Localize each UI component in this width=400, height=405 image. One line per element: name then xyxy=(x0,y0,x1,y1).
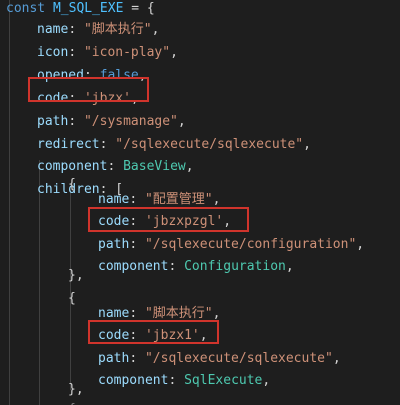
child2-line-component: component: SqlExecute, xyxy=(98,372,270,390)
property-key: redirect xyxy=(37,136,100,152)
colon: : xyxy=(68,22,84,37)
trailing-punct: , xyxy=(332,350,341,366)
property-value: Configuration xyxy=(184,258,286,274)
property-key: name xyxy=(98,192,130,207)
object-open-brace: { xyxy=(68,177,76,192)
trailing-punct: , xyxy=(212,192,221,207)
property-value: "/sqlexecute/sqlexecute" xyxy=(115,136,304,152)
colon: : xyxy=(168,372,185,388)
property-value: "配置管理" xyxy=(144,192,213,207)
object-open-brace: { xyxy=(68,291,76,306)
trailing-punct: , xyxy=(303,136,311,152)
code-editor[interactable]: const M_SQL_EXE = { name: "脚本执行", icon: "… xyxy=(0,0,400,405)
code-line-icon: icon: "icon-play", xyxy=(37,44,178,62)
property-value: "脚本执行" xyxy=(144,306,213,321)
code-line-component: component: BaseView, xyxy=(37,158,194,176)
trailing-punct: , xyxy=(177,113,186,129)
colon: : xyxy=(68,44,84,60)
property-key: component xyxy=(98,258,169,274)
property-key: path xyxy=(98,350,130,366)
colon: : xyxy=(99,136,116,152)
trailing-punct: , xyxy=(262,372,271,388)
colon: : xyxy=(107,159,124,175)
trailing-punct: , xyxy=(356,236,365,252)
property-value: SqlExecute xyxy=(184,372,263,388)
object-close-brace: }, xyxy=(68,268,84,283)
trailing-punct: , xyxy=(170,44,178,60)
trailing-punct: , xyxy=(285,258,294,274)
const-keyword: const xyxy=(6,1,46,16)
object-open-brace-partial: { xyxy=(68,401,76,405)
trailing-punct: , xyxy=(212,306,221,321)
indent-guide xyxy=(9,0,10,405)
property-key: name xyxy=(37,22,69,37)
property-key: component xyxy=(98,372,169,388)
child1-line-path: path: "/sqlexecute/configuration", xyxy=(98,236,364,254)
code-highlight-box xyxy=(88,207,249,232)
property-key: component xyxy=(37,159,108,175)
object-close-brace: }, xyxy=(68,382,84,397)
code-highlight-box xyxy=(28,77,149,102)
child1-line-component: component: Configuration, xyxy=(98,258,294,276)
property-value: "/sqlexecute/sqlexecute" xyxy=(144,350,333,366)
property-key: path xyxy=(98,236,130,252)
property-key: icon xyxy=(37,44,69,60)
colon: : xyxy=(129,192,145,207)
property-key: path xyxy=(37,113,69,129)
code-line-path: path: "/sysmanage", xyxy=(37,113,186,131)
colon: : xyxy=(129,350,145,366)
child2-line-path: path: "/sqlexecute/sqlexecute", xyxy=(98,350,341,368)
colon: : xyxy=(129,306,145,321)
colon: : xyxy=(129,236,145,252)
code-highlight-box xyxy=(88,320,219,344)
assign-brace: = { xyxy=(123,1,155,16)
code-line-redirect: redirect: "/sqlexecute/sqlexecute", xyxy=(37,136,311,154)
property-value: "/sqlexecute/configuration" xyxy=(144,236,357,252)
colon: : xyxy=(68,113,84,129)
variable-name: M_SQL_EXE xyxy=(52,1,124,16)
trailing-punct: , xyxy=(185,159,194,175)
property-value: "脚本执行" xyxy=(83,22,152,37)
property-value: BaseView xyxy=(123,159,186,175)
property-key: name xyxy=(98,306,130,321)
property-value: "/sysmanage" xyxy=(83,113,178,129)
code-line-declaration: const M_SQL_EXE = { xyxy=(6,0,155,18)
colon: : xyxy=(168,258,185,274)
property-value: "icon-play" xyxy=(83,44,171,60)
code-line-name: name: "脚本执行", xyxy=(37,21,159,39)
trailing-punct: , xyxy=(151,22,160,37)
